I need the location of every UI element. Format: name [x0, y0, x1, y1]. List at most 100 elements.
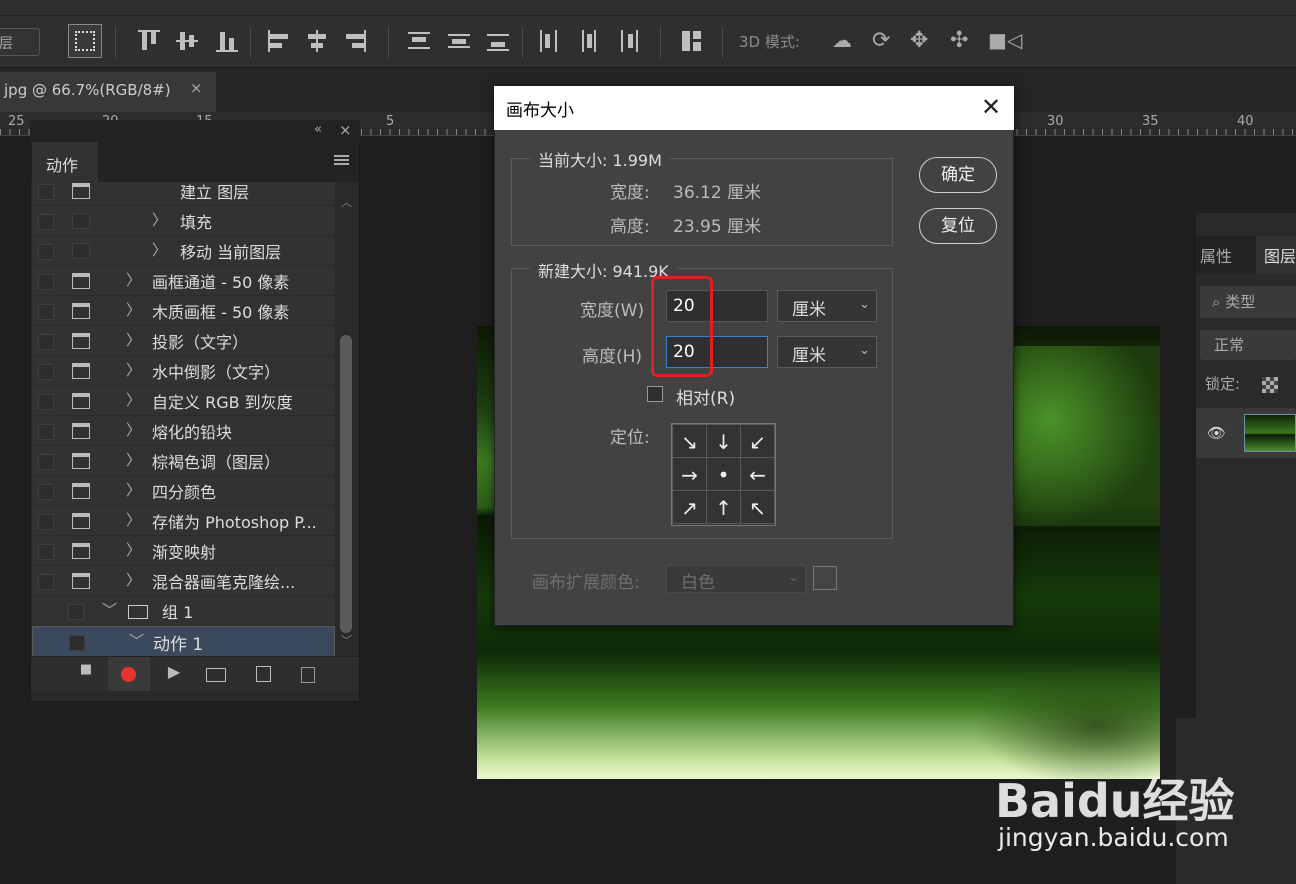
document-tab[interactable]: jpg @ 66.7%(RGB/8#): [0, 72, 216, 112]
dialog-toggle-icon[interactable]: [72, 183, 90, 199]
record-icon[interactable]: [121, 667, 136, 682]
chevron-down-icon[interactable]: 〉: [126, 633, 147, 648]
anchor-top-left[interactable]: ↘: [672, 424, 707, 458]
dialog-toggle-icon[interactable]: [72, 363, 90, 379]
chevron-right-icon[interactable]: 〉: [126, 449, 141, 470]
chevron-right-icon[interactable]: 〉: [126, 479, 141, 500]
chevron-right-icon[interactable]: 〉: [126, 569, 141, 590]
anchor-bottom-right[interactable]: ↖: [740, 490, 775, 524]
dialog-toggle-icon[interactable]: [72, 243, 90, 259]
scroll-up-icon[interactable]: ︿: [341, 194, 352, 210]
anchor-center[interactable]: •: [706, 457, 741, 491]
chevron-right-icon[interactable]: 〉: [126, 299, 141, 320]
list-item[interactable]: 〉 混合器画笔克隆绘...: [32, 566, 335, 596]
chevron-right-icon[interactable]: 〉: [126, 359, 141, 380]
toggle-item-checkbox[interactable]: [38, 574, 54, 590]
toggle-item-checkbox[interactable]: [38, 394, 54, 410]
pan-3d-icon[interactable]: ✥: [910, 28, 936, 54]
distribute-spacing-icon[interactable]: [678, 28, 704, 54]
align-bottom-icon[interactable]: [214, 28, 240, 54]
anchor-bottom-center[interactable]: ↑: [706, 490, 741, 524]
toggle-item-checkbox[interactable]: [38, 484, 54, 500]
transform-controls-icon[interactable]: [68, 24, 102, 58]
anchor-middle-left[interactable]: →: [672, 457, 707, 491]
distribute-left-icon[interactable]: [536, 28, 562, 54]
toggle-item-checkbox[interactable]: [38, 304, 54, 320]
chevron-right-icon[interactable]: 〉: [152, 239, 167, 260]
distribute-bottom-icon[interactable]: [485, 28, 511, 54]
close-icon[interactable]: ✕: [976, 90, 1006, 124]
distribute-top-icon[interactable]: [406, 28, 432, 54]
toggle-item-checkbox[interactable]: [38, 334, 54, 350]
camera-3d-icon[interactable]: ■◁: [988, 28, 1022, 54]
slide-3d-icon[interactable]: ✣: [950, 28, 976, 54]
list-item-selected[interactable]: 〉 动作 1: [32, 626, 335, 656]
close-icon[interactable]: ×: [190, 79, 203, 97]
list-item[interactable]: 〉 水中倒影（文字）: [32, 356, 335, 386]
anchor-top-center[interactable]: ↓: [706, 424, 741, 458]
list-item[interactable]: 〉 渐变映射: [32, 536, 335, 566]
list-item[interactable]: 〉 投影（文字）: [32, 326, 335, 356]
dialog-toggle-icon[interactable]: [72, 303, 90, 319]
list-item[interactable]: 〉 木质画框 - 50 像素: [32, 296, 335, 326]
layer-select[interactable]: 层: [0, 28, 40, 56]
align-right-icon[interactable]: [342, 28, 368, 54]
toggle-item-checkbox[interactable]: [38, 514, 54, 530]
align-left-icon[interactable]: [266, 28, 292, 54]
toggle-item-checkbox[interactable]: [38, 544, 54, 560]
anchor-bottom-left[interactable]: ↗: [672, 490, 707, 524]
dialog-toggle-icon[interactable]: [72, 573, 90, 589]
chevron-right-icon[interactable]: 〉: [126, 269, 141, 290]
dialog-toggle-icon[interactable]: [72, 273, 90, 289]
new-set-folder-icon[interactable]: [204, 662, 228, 686]
collapse-icon[interactable]: «: [314, 122, 322, 137]
list-item[interactable]: 〉 移动 当前图层: [32, 236, 335, 266]
list-item[interactable]: 〉 棕褐色调（图层）: [32, 446, 335, 476]
align-vcenter-icon[interactable]: [174, 28, 200, 54]
dialog-toggle-icon[interactable]: [72, 213, 90, 229]
chevron-right-icon[interactable]: 〉: [152, 209, 167, 230]
chevron-right-icon[interactable]: 〉: [126, 509, 141, 530]
toggle-item-checkbox[interactable]: [69, 635, 85, 651]
toggle-item-checkbox[interactable]: [38, 274, 54, 290]
lock-transparency-icon[interactable]: [1262, 377, 1278, 393]
chevron-right-icon[interactable]: 〉: [126, 329, 141, 350]
align-top-icon[interactable]: [136, 28, 162, 54]
relative-checkbox[interactable]: [647, 386, 663, 402]
dialog-toggle-icon[interactable]: [72, 483, 90, 499]
list-item[interactable]: 〉 填充: [32, 206, 335, 236]
eye-icon[interactable]: 👁: [1207, 424, 1226, 442]
layer-thumbnail[interactable]: [1244, 414, 1296, 452]
panel-titlebar[interactable]: [30, 120, 360, 142]
dialog-toggle-icon[interactable]: [72, 453, 90, 469]
chevron-down-icon[interactable]: 〉: [99, 602, 120, 617]
toggle-item-checkbox[interactable]: [38, 184, 54, 200]
stop-icon[interactable]: ■: [74, 662, 98, 686]
layer-filter-input[interactable]: ⌕ 类型: [1200, 286, 1296, 318]
tab-layers[interactable]: 图层: [1256, 236, 1296, 274]
height-unit-select[interactable]: 厘米 ⌄: [777, 336, 877, 368]
width-unit-select[interactable]: 厘米 ⌄: [777, 290, 877, 322]
align-hcenter-icon[interactable]: [304, 28, 330, 54]
extension-color-select[interactable]: 白色 ⌄: [666, 565, 806, 593]
ok-button[interactable]: 确定: [919, 157, 997, 193]
play-icon[interactable]: ▶: [162, 662, 186, 686]
toggle-item-checkbox[interactable]: [38, 454, 54, 470]
list-item[interactable]: 建立 图层: [32, 182, 335, 206]
distribute-hcenter-icon[interactable]: [576, 28, 602, 54]
dialog-toggle-icon[interactable]: [72, 513, 90, 529]
dialog-toggle-icon[interactable]: [72, 543, 90, 559]
toggle-item-checkbox[interactable]: [68, 604, 84, 620]
list-item[interactable]: 〉 四分颜色: [32, 476, 335, 506]
scrollbar-thumb[interactable]: [340, 335, 352, 633]
distribute-vcenter-icon[interactable]: [446, 28, 472, 54]
tab-actions[interactable]: 动作: [32, 142, 98, 182]
dialog-toggle-icon[interactable]: [72, 393, 90, 409]
roll-3d-icon[interactable]: ⟳: [872, 28, 898, 54]
list-item[interactable]: 〉 存储为 Photoshop P...: [32, 506, 335, 536]
scroll-down-icon[interactable]: ﹀: [341, 632, 352, 648]
list-item[interactable]: 〉 组 1: [32, 596, 335, 626]
list-item[interactable]: 〉 画框通道 - 50 像素: [32, 266, 335, 296]
blend-mode-select[interactable]: 正常: [1200, 330, 1296, 360]
anchor-middle-right[interactable]: ←: [740, 457, 775, 491]
